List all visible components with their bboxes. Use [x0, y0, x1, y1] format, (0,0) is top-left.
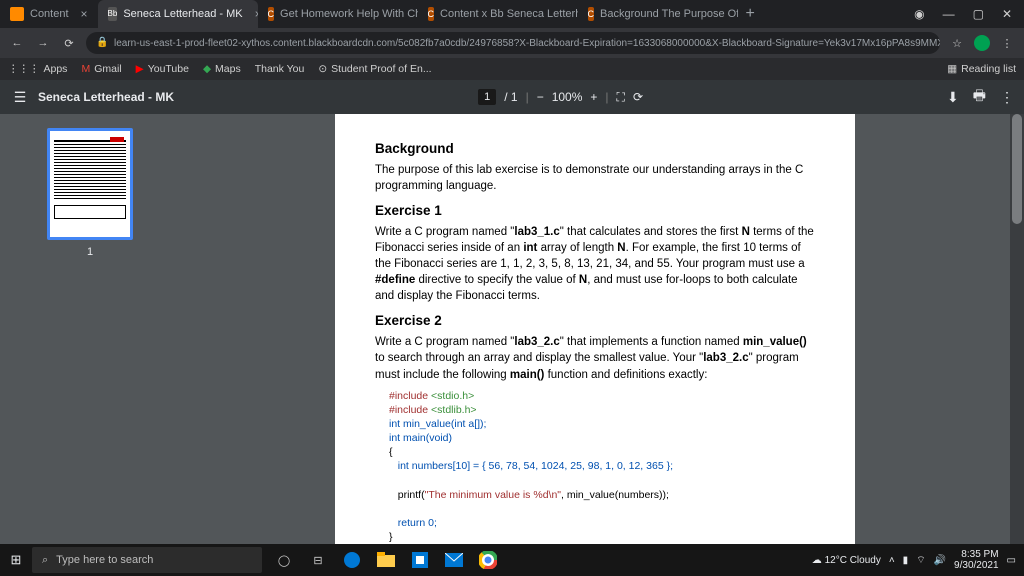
minimize-icon[interactable]: — [943, 7, 955, 21]
heading-exercise2: Exercise 2 [375, 312, 815, 331]
explorer-icon[interactable] [374, 548, 398, 572]
search-icon: ⌕ [42, 554, 48, 567]
pdf-title: Seneca Letterhead - MK [38, 90, 174, 104]
pdf-toolbar: ☰ Seneca Letterhead - MK 1 / 1 | − 100% … [0, 80, 1024, 114]
account-icon[interactable]: ◉ [914, 7, 924, 21]
zoom-in-button[interactable]: + [590, 90, 597, 104]
bookmark-thankyou[interactable]: Thank You [255, 63, 305, 75]
forward-button[interactable]: → [34, 37, 52, 49]
tray-chevron-icon[interactable]: ˄ [889, 555, 895, 566]
chrome-icon[interactable] [476, 548, 500, 572]
bookmark-youtube[interactable]: ▶ YouTube [136, 63, 189, 75]
close-window-icon[interactable]: ✕ [1002, 7, 1012, 21]
zoom-level: 100% [552, 90, 583, 104]
battery-icon[interactable]: ▮ [903, 555, 909, 566]
new-tab-button[interactable]: + [738, 5, 763, 23]
bookmark-maps[interactable]: ◆ Maps [203, 63, 241, 75]
store-icon[interactable] [408, 548, 432, 572]
document-viewport[interactable]: Background The purpose of this lab exerc… [180, 114, 1010, 544]
zoom-out-button[interactable]: − [537, 90, 544, 104]
weather-widget[interactable]: ☁ 12°C Cloudy [812, 555, 881, 566]
para-background: The purpose of this lab exercise is to d… [375, 162, 815, 194]
notifications-icon[interactable]: ▭ [1007, 555, 1016, 566]
maximize-icon[interactable]: ▢ [973, 7, 984, 21]
tab-content-bb[interactable]: CContent x Bb Seneca Letterhead× [418, 0, 578, 28]
fit-page-icon[interactable]: ⛶ [617, 90, 625, 105]
scrollbar-thumb[interactable] [1012, 114, 1022, 224]
thumbnail-number: 1 [87, 246, 93, 258]
tab-chegg[interactable]: CGet Homework Help With Cheg× [258, 0, 418, 28]
heading-background: Background [375, 140, 815, 159]
tab-seneca-letterhead[interactable]: BbSeneca Letterhead - MK× [98, 0, 258, 28]
pdf-workspace: 1 Background The purpose of this lab exe… [0, 114, 1024, 544]
tab-background[interactable]: CBackground The Purpose Of Thi× [578, 0, 738, 28]
cortana-icon[interactable]: ⊟ [306, 548, 330, 572]
browser-tab-strip: Content× BbSeneca Letterhead - MK× CGet … [0, 0, 1024, 28]
reload-button[interactable]: ⟳ [60, 37, 78, 50]
para-exercise1: Write a C program named "lab3_1.c" that … [375, 224, 815, 304]
code-block: #include <stdio.h> #include <stdlib.h> i… [389, 389, 815, 544]
windows-taskbar: ⊞ ⌕ Type here to search ◯ ⊟ ☁ 12°C Cloud… [0, 544, 1024, 576]
para-exercise2: Write a C program named "lab3_2.c" that … [375, 334, 815, 382]
bookmarks-bar: ⋮⋮⋮ Apps M Gmail ▶ YouTube ◆ Maps Thank … [0, 58, 1024, 80]
heading-exercise1: Exercise 1 [375, 202, 815, 221]
pdf-page: Background The purpose of this lab exerc… [335, 114, 855, 544]
address-bar[interactable]: 🔒 learn-us-east-1-prod-fleet02-xythos.co… [86, 32, 940, 54]
tab-content[interactable]: Content× [0, 0, 98, 28]
rotate-icon[interactable]: ⟳ [633, 90, 643, 104]
profile-avatar[interactable] [974, 35, 990, 51]
more-icon[interactable]: ⋮ [1000, 89, 1014, 106]
taskbar-search[interactable]: ⌕ Type here to search [32, 547, 262, 573]
start-button[interactable]: ⊞ [0, 552, 32, 568]
download-icon[interactable]: ⬇ [947, 89, 959, 106]
close-icon[interactable]: × [81, 7, 88, 21]
print-icon[interactable]: 🖶 [973, 85, 986, 109]
kebab-menu-icon[interactable]: ⋮ [998, 37, 1016, 50]
lock-icon: 🔒 [96, 37, 108, 49]
search-placeholder: Type here to search [56, 554, 153, 566]
taskbar-clock[interactable]: 8:35 PM 9/30/2021 [954, 549, 999, 571]
back-button[interactable]: ← [8, 37, 26, 49]
edge-icon[interactable] [340, 548, 364, 572]
bookmark-studentproof[interactable]: ⊙ Student Proof of En... [318, 63, 431, 75]
thumbnail-sidebar: 1 [0, 114, 180, 544]
apps-shortcut[interactable]: ⋮⋮⋮ Apps [8, 63, 67, 75]
volume-icon[interactable]: 🔊 [934, 555, 946, 566]
hamburger-menu-icon[interactable]: ☰ [10, 89, 30, 106]
scrollbar[interactable] [1010, 114, 1024, 544]
page-total: / 1 [504, 90, 517, 104]
task-view-icon[interactable]: ◯ [272, 548, 296, 572]
wifi-icon[interactable]: ⌔ [916, 554, 925, 567]
mail-icon[interactable] [442, 548, 466, 572]
page-number-input[interactable]: 1 [478, 89, 496, 105]
browser-toolbar: ← → ⟳ 🔒 learn-us-east-1-prod-fleet02-xyt… [0, 28, 1024, 58]
page-thumbnail-1[interactable] [47, 128, 133, 240]
reading-list-button[interactable]: ▦ Reading list [947, 63, 1016, 75]
url-text: learn-us-east-1-prod-fleet02-xythos.cont… [114, 38, 940, 49]
bookmark-star-icon[interactable]: ☆ [948, 37, 966, 50]
bookmark-gmail[interactable]: M Gmail [81, 63, 121, 75]
